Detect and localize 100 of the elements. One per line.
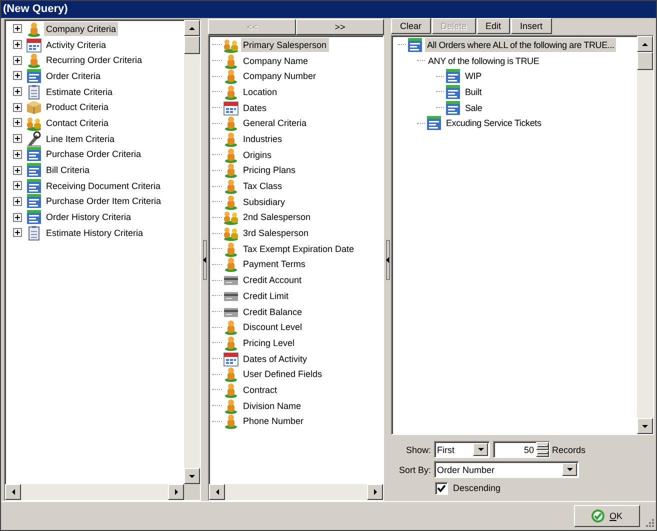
expand-toggle[interactable] [13, 40, 22, 50]
tree-item[interactable]: Excuding Service Tickets [444, 116, 544, 130]
tree-item[interactable]: ANY of the following is TRUE [426, 54, 542, 68]
form-icon [26, 162, 42, 178]
tree-item[interactable]: General Criteria [241, 116, 309, 130]
spin-up-button[interactable] [536, 442, 549, 450]
tree-item[interactable]: Dates [241, 100, 269, 115]
people-icon [26, 114, 42, 131]
tree-item[interactable]: Credit Balance [241, 304, 304, 319]
person-icon [223, 256, 239, 272]
tree-item[interactable]: Receiving Document Criteria [44, 178, 163, 193]
dropdown[interactable]: Order Number [434, 461, 579, 478]
horizontal-scrollbar[interactable] [5, 484, 200, 500]
person-icon [223, 146, 239, 163]
expand-toggle[interactable] [13, 134, 22, 144]
scroll-left-button[interactable] [209, 484, 225, 500]
person-icon [26, 52, 42, 68]
tree-item[interactable]: Credit Limit [241, 288, 291, 303]
expand-toggle[interactable] [13, 56, 22, 65]
horizontal-scrollbar[interactable] [209, 484, 383, 500]
tree-item[interactable]: Location [241, 84, 280, 99]
expand-toggle[interactable] [13, 150, 22, 159]
person-icon [223, 240, 239, 257]
toolbar-button[interactable]: Edit [476, 18, 510, 34]
scroll-thumb[interactable] [184, 36, 200, 54]
tree-item[interactable]: Tax Exempt Expiration Date [241, 242, 356, 256]
tree-item[interactable]: Discount Level [241, 320, 304, 334]
expand-toggle[interactable] [13, 166, 22, 175]
scroll-right-button[interactable] [168, 484, 184, 500]
nav-button[interactable]: >> [296, 19, 384, 35]
expand-toggle[interactable] [13, 212, 22, 222]
expand-toggle[interactable] [13, 71, 22, 80]
tree-item[interactable]: Bill Criteria [44, 163, 92, 178]
expand-toggle[interactable] [13, 228, 22, 238]
scroll-up-button[interactable] [184, 20, 200, 36]
expand-toggle[interactable] [13, 87, 22, 96]
scroll-up-button[interactable] [637, 36, 653, 52]
tree-item[interactable]: Built [463, 84, 484, 99]
tree-item[interactable]: Pricing Level [241, 336, 297, 350]
tree-item[interactable]: Tax Class [241, 179, 284, 194]
scrollbar-corner [184, 484, 200, 500]
tree-item[interactable]: Company Name [241, 54, 310, 68]
expand-toggle[interactable] [13, 24, 22, 34]
scroll-left-button[interactable] [5, 484, 21, 500]
resize-grip[interactable] [645, 518, 655, 528]
check-icon [591, 509, 606, 523]
tree-item[interactable]: Purchase Order Item Criteria [44, 194, 164, 208]
expand-toggle[interactable] [13, 196, 22, 206]
tree-item[interactable]: Credit Account [241, 273, 304, 288]
form-icon [26, 68, 42, 84]
tree-item[interactable]: Phone Number [241, 414, 306, 428]
tree-item[interactable]: Recurring Order Criteria [44, 53, 144, 68]
expand-toggle[interactable] [13, 118, 22, 128]
expand-toggle[interactable] [13, 102, 22, 112]
tree-item[interactable]: Pricing Plans [241, 163, 298, 178]
tree-item[interactable]: Subsidiary [241, 194, 288, 209]
scroll-down-button[interactable] [637, 418, 653, 434]
tree-item[interactable]: Origins [241, 148, 274, 162]
tree-item[interactable]: Estimate Criteria [44, 84, 115, 99]
tree-item[interactable]: 3rd Salesperson [241, 226, 311, 240]
tree-item[interactable]: Estimate History Criteria [44, 226, 146, 240]
dropdown[interactable]: First [434, 441, 490, 458]
tree-item[interactable]: Order Criteria [44, 68, 103, 83]
expand-toggle[interactable] [13, 181, 22, 190]
tree-item[interactable]: Line Item Criteria [44, 132, 117, 146]
form-icon [426, 115, 442, 132]
tree-item[interactable]: All Orders where ALL of the following are TRUE... [425, 38, 616, 52]
tree-item[interactable]: Contact Criteria [44, 116, 111, 130]
scroll-thumb[interactable] [637, 52, 653, 70]
vertical-scrollbar[interactable] [637, 36, 653, 434]
tree-item[interactable]: Sale [463, 100, 484, 115]
tree-item[interactable]: Contract [241, 382, 280, 397]
tree-item[interactable]: Company Number [241, 69, 318, 84]
window-title: (New Query) [1, 1, 656, 18]
tree-item[interactable]: Product Criteria [44, 100, 111, 114]
person-icon [223, 334, 239, 351]
pen-icon [26, 130, 42, 147]
person-icon [223, 84, 239, 100]
scroll-down-button[interactable] [184, 468, 200, 484]
people-icon [223, 209, 239, 226]
toolbar-button[interactable]: Clear [391, 18, 431, 34]
tree-item[interactable]: Primary Salesperson [241, 38, 329, 52]
tree-item[interactable]: WIP [463, 69, 484, 84]
number-spinner[interactable]: 50 [493, 441, 550, 458]
ok-button[interactable]: OK [574, 505, 640, 527]
tree-item[interactable]: Division Name [241, 398, 304, 413]
tree-item[interactable]: Payment Terms [241, 257, 308, 272]
scroll-right-button[interactable] [367, 484, 383, 500]
vertical-scrollbar[interactable] [184, 20, 200, 484]
tree-item[interactable]: User Defined Fields [241, 367, 324, 382]
tree-item[interactable]: Order History Criteria [44, 210, 134, 224]
checkbox[interactable] [435, 482, 448, 494]
tree-item[interactable]: Activity Criteria [44, 38, 108, 52]
tree-item[interactable]: 2nd Salesperson [241, 210, 313, 224]
tree-item[interactable]: Industries [241, 132, 284, 146]
tree-item[interactable]: Company Criteria [44, 22, 118, 36]
toolbar-button[interactable]: Insert [511, 18, 552, 34]
checkbox-label: Descending [453, 483, 501, 493]
tree-item[interactable]: Dates of Activity [241, 352, 310, 366]
tree-item[interactable]: Purchase Order Criteria [44, 147, 144, 162]
